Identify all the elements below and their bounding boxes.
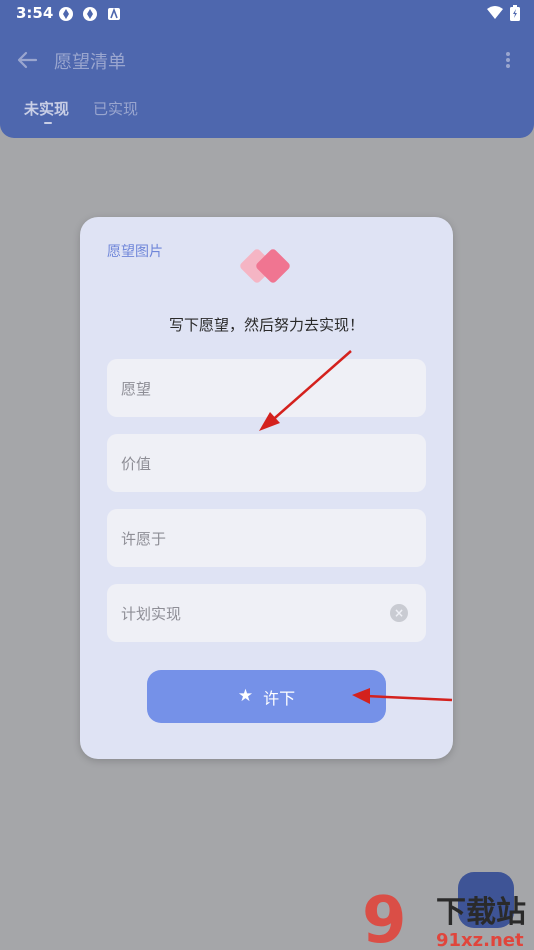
clear-icon[interactable]: × bbox=[390, 604, 408, 622]
watermark-mark: 9 bbox=[362, 884, 407, 950]
more-vert-icon bbox=[506, 52, 510, 68]
status-system-icons bbox=[486, 5, 520, 25]
app-bar: 3:54 愿望清单 未实现 已实现 bbox=[0, 0, 534, 138]
value-placeholder: 价值 bbox=[121, 455, 152, 473]
back-arrow-icon bbox=[17, 51, 38, 69]
wished-date-input[interactable]: 许愿于 bbox=[107, 509, 426, 567]
wish-image-link[interactable]: 愿望图片 bbox=[107, 241, 163, 261]
site-watermark: 9 下载站 91xz.net bbox=[360, 880, 534, 950]
wish-dialog: 愿望图片 写下愿望，然后努力去实现！ 愿望 价值 许愿于 计划实现 × ★ 许下 bbox=[80, 217, 453, 759]
watermark-text: 下载站 bbox=[436, 895, 526, 930]
tab-bar: 未实现 已实现 bbox=[24, 98, 138, 124]
value-input[interactable]: 价值 bbox=[107, 434, 426, 492]
dialog-subtitle: 写下愿望，然后努力去实现！ bbox=[168, 316, 364, 334]
planned-date-input[interactable]: 计划实现 × bbox=[107, 584, 426, 642]
back-button[interactable] bbox=[14, 46, 42, 74]
app-notification-icon bbox=[106, 6, 122, 22]
sync-icon bbox=[58, 6, 74, 22]
planned-date-placeholder: 计划实现 bbox=[121, 605, 182, 623]
tab-label: 未实现 bbox=[24, 100, 70, 118]
tab-realized[interactable]: 已实现 bbox=[93, 98, 138, 119]
toolbar: 愿望清单 bbox=[0, 40, 534, 80]
page-title: 愿望清单 bbox=[54, 52, 126, 73]
status-time: 3:54 bbox=[16, 4, 54, 22]
star-icon: ★ bbox=[237, 686, 254, 706]
sync-icon bbox=[82, 6, 98, 22]
tab-label: 已实现 bbox=[93, 100, 139, 118]
wished-date-placeholder: 许愿于 bbox=[121, 530, 167, 548]
battery-icon bbox=[510, 5, 520, 25]
submit-wish-button[interactable]: ★ 许下 bbox=[147, 670, 386, 723]
heart-logo-icon bbox=[238, 245, 296, 291]
wifi-icon bbox=[486, 6, 504, 24]
tab-indicator bbox=[44, 122, 52, 124]
status-bar: 3:54 bbox=[0, 0, 534, 28]
submit-wish-label: 许下 bbox=[263, 688, 296, 708]
watermark-url: 91xz.net bbox=[436, 930, 524, 950]
wish-placeholder: 愿望 bbox=[121, 380, 152, 398]
status-notification-icons bbox=[58, 6, 122, 22]
more-options-button[interactable] bbox=[498, 46, 518, 74]
tab-unrealized[interactable]: 未实现 bbox=[24, 98, 70, 124]
wish-input[interactable]: 愿望 bbox=[107, 359, 426, 417]
